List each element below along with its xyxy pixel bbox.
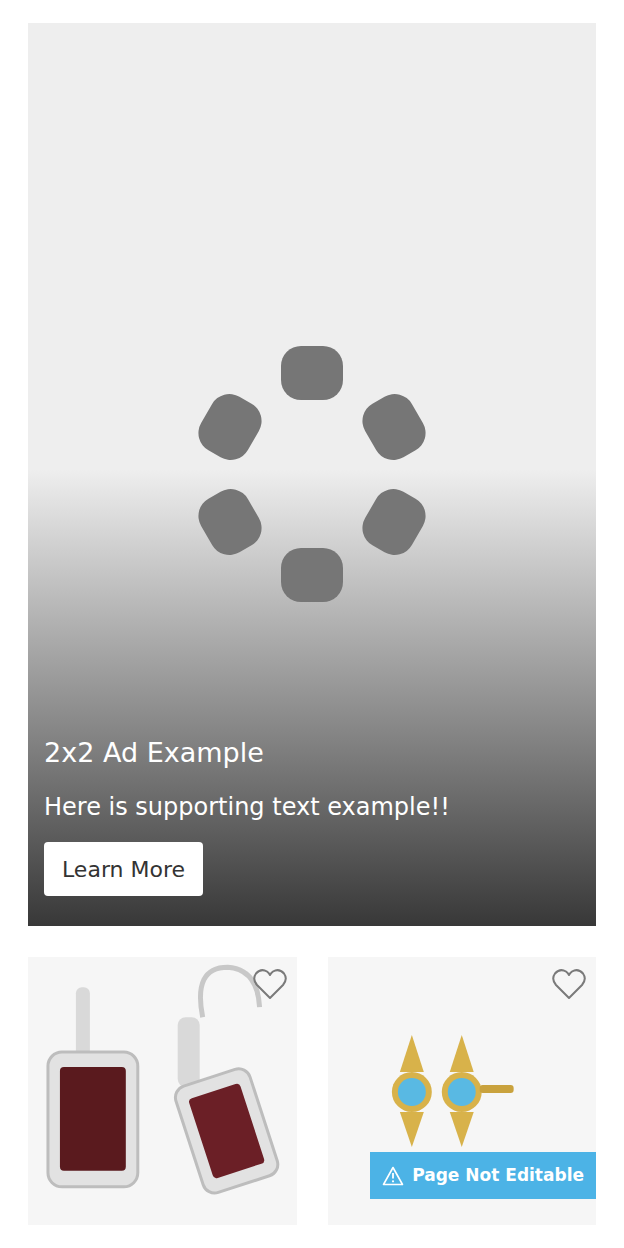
brand-logo-icon: [197, 345, 427, 605]
warning-icon: [382, 1166, 404, 1186]
heart-icon[interactable]: [251, 965, 289, 1003]
heart-icon[interactable]: [550, 965, 588, 1003]
product-card[interactable]: [28, 957, 297, 1225]
favorite-button[interactable]: [550, 965, 588, 1003]
ad-banner: 2x2 Ad Example Here is supporting text ex…: [28, 23, 596, 926]
page-not-editable-badge: Page Not Editable: [370, 1152, 596, 1199]
logo-area: [44, 23, 580, 605]
learn-more-button[interactable]: Learn More: [44, 842, 203, 896]
favorite-button[interactable]: [251, 965, 289, 1003]
ad-text: Here is supporting text example!!: [44, 793, 580, 822]
ad-title: 2x2 Ad Example: [44, 737, 580, 769]
product-card[interactable]: Page Not Editable: [328, 957, 597, 1225]
notice-label: Page Not Editable: [412, 1163, 584, 1189]
ad-content: 2x2 Ad Example Here is supporting text ex…: [44, 737, 580, 896]
product-grid: Page Not Editable: [28, 957, 596, 1225]
